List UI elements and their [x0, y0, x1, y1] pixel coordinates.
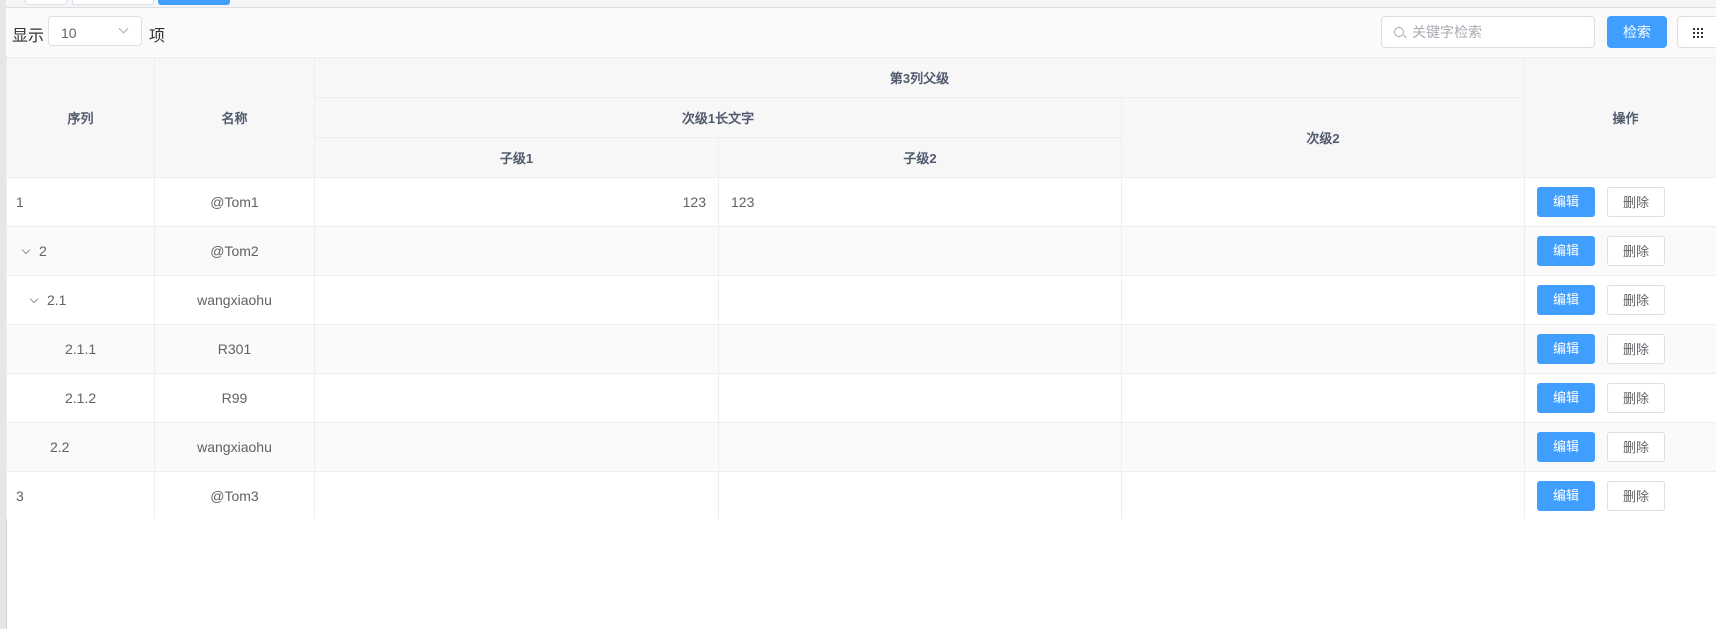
cell-child1 [314, 226, 719, 276]
cell-child2 [718, 471, 1122, 519]
cell-sub2 [1121, 275, 1525, 325]
page-size-value: 10 [61, 25, 77, 41]
cell-seq: 2.1.1 [6, 324, 155, 374]
cell-seq: 3 [6, 471, 155, 519]
table-toolbar: 显示 10 项 检索 [6, 8, 1716, 56]
delete-button[interactable]: 删除 [1607, 481, 1665, 511]
cell-ops: 编辑 删除 [1524, 324, 1716, 374]
cell-sub2 [1121, 324, 1525, 374]
delete-button[interactable]: 删除 [1607, 432, 1665, 462]
row-seq: 2.1.1 [65, 341, 97, 357]
edit-button[interactable]: 编辑 [1537, 236, 1595, 266]
cell-child2 [718, 275, 1122, 325]
cell-sub2 [1121, 177, 1525, 227]
cell-name: wangxiaohu [154, 422, 315, 472]
delete-button[interactable]: 删除 [1607, 236, 1665, 266]
header-sub2: 次级2 [1121, 97, 1525, 178]
edit-button[interactable]: 编辑 [1537, 187, 1595, 217]
cell-sub2 [1121, 226, 1525, 276]
top-tab[interactable] [72, 0, 154, 5]
cell-ops: 编辑 删除 [1524, 275, 1716, 325]
cell-child1 [314, 422, 719, 472]
edit-button[interactable]: 编辑 [1537, 383, 1595, 413]
row-seq: 2.1.2 [65, 390, 97, 406]
table-row: 3 @Tom3 编辑 删除 [6, 471, 1716, 519]
top-tab-strip [6, 0, 1716, 8]
top-tab-active[interactable] [158, 0, 230, 5]
header-ops: 操作 [1524, 57, 1716, 178]
cell-child1 [314, 471, 719, 519]
row-seq: 2 [39, 243, 47, 259]
cell-child2 [718, 226, 1122, 276]
search-button[interactable]: 检索 [1607, 16, 1667, 48]
cell-child1 [314, 275, 719, 325]
column-settings-button[interactable] [1677, 16, 1716, 48]
table-row: 2.1.1 R301 编辑 删除 [6, 324, 1716, 374]
edit-button[interactable]: 编辑 [1537, 285, 1595, 315]
cell-name: @Tom2 [154, 226, 315, 276]
page-size-select[interactable]: 10 [48, 16, 142, 46]
header-sub1-long: 次级1长文字 [314, 97, 1122, 138]
header-col3-group: 第3列父级 [314, 57, 1525, 98]
cell-child1 [314, 324, 719, 374]
header-child1: 子级1 [314, 137, 719, 178]
cell-ops: 编辑 删除 [1524, 226, 1716, 276]
header-child2: 子级2 [718, 137, 1122, 178]
table-row: 2.2 wangxiaohu 编辑 删除 [6, 422, 1716, 472]
edit-button[interactable]: 编辑 [1537, 334, 1595, 364]
edit-button[interactable]: 编辑 [1537, 481, 1595, 511]
cell-name: @Tom3 [154, 471, 315, 519]
cell-seq: 2 [6, 226, 155, 276]
delete-button[interactable]: 删除 [1607, 285, 1665, 315]
search-icon [1394, 27, 1404, 37]
cell-seq: 1 [6, 177, 155, 227]
row-seq: 1 [16, 194, 24, 210]
show-label: 显示 [12, 28, 45, 45]
cell-child2 [718, 422, 1122, 472]
cell-child1 [314, 373, 719, 423]
delete-button[interactable]: 删除 [1607, 334, 1665, 364]
delete-button[interactable]: 删除 [1607, 383, 1665, 413]
row-seq: 2.2 [50, 439, 70, 455]
top-tab[interactable] [25, 0, 67, 5]
table-row: 2.1.2 R99 编辑 删除 [6, 373, 1716, 423]
cell-seq: 2.1.2 [6, 373, 155, 423]
cell-child1: 123 [314, 177, 719, 227]
cell-child2 [718, 324, 1122, 374]
table-row: 2 @Tom2 编辑 删除 [6, 226, 1716, 276]
cell-seq: 2.1 [6, 275, 155, 325]
cell-child2 [718, 373, 1122, 423]
edit-button[interactable]: 编辑 [1537, 432, 1595, 462]
row-seq: 3 [16, 488, 24, 504]
header-seq: 序列 [6, 57, 155, 178]
cell-name: @Tom1 [154, 177, 315, 227]
cell-name: R99 [154, 373, 315, 423]
search-field[interactable] [1381, 16, 1595, 48]
items-label: 项 [149, 28, 166, 45]
cell-sub2 [1121, 471, 1525, 519]
cell-sub2 [1121, 373, 1525, 423]
cell-ops: 编辑 删除 [1524, 373, 1716, 423]
table-row: 2.1 wangxiaohu 编辑 删除 [6, 275, 1716, 325]
search-input[interactable] [1412, 23, 1582, 41]
header-name: 名称 [154, 57, 315, 178]
cell-ops: 编辑 删除 [1524, 422, 1716, 472]
cell-ops: 编辑 删除 [1524, 471, 1716, 519]
cell-name: R301 [154, 324, 315, 374]
cell-seq: 2.2 [6, 422, 155, 472]
cell-child2: 123 [718, 177, 1122, 227]
table-row: 1 @Tom1 123 123 编辑 删除 [6, 177, 1716, 227]
data-table: 序列 名称 第3列父级 操作 次级1长文字 次级2 子级1 子级2 1 @Tom… [6, 57, 1716, 519]
delete-button[interactable]: 删除 [1607, 187, 1665, 217]
cell-name: wangxiaohu [154, 275, 315, 325]
cell-sub2 [1121, 422, 1525, 472]
grid-icon [1693, 28, 1703, 38]
row-seq: 2.1 [47, 292, 67, 308]
cell-ops: 编辑 删除 [1524, 177, 1716, 227]
chevron-down-icon [118, 23, 129, 34]
expand-chevron-icon[interactable] [29, 294, 39, 304]
